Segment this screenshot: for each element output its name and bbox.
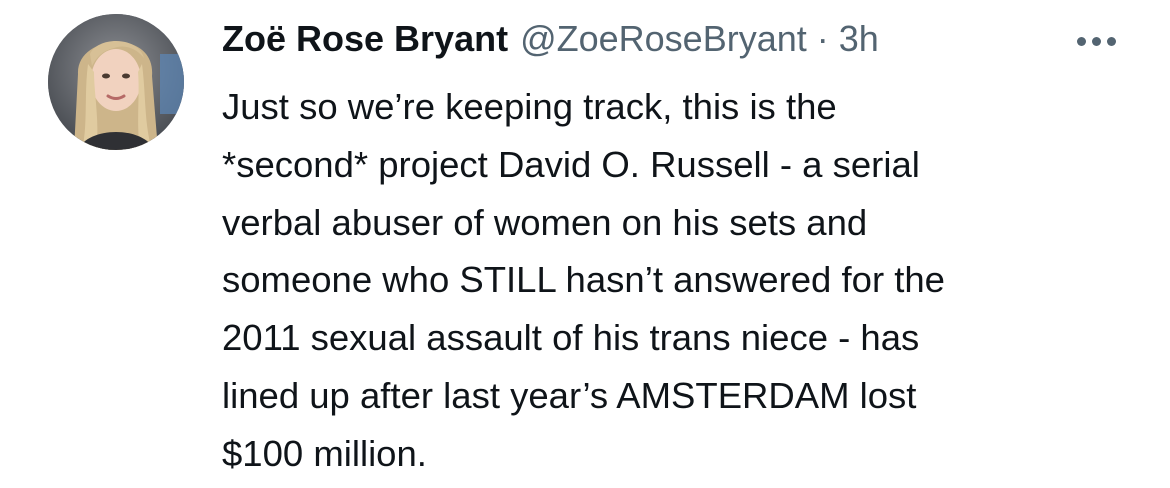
tweet-text-line: 2011 sexual assault of his trans niece -… bbox=[222, 317, 920, 359]
tweet-text-line: $100 million. bbox=[222, 432, 427, 474]
author-name[interactable]: Zoë Rose Bryant bbox=[222, 14, 508, 64]
tweet-text-line: verbal abuser of women on his sets and bbox=[222, 201, 868, 243]
tweet-text: Just so we’re keeping track, this is the… bbox=[222, 78, 1122, 483]
ellipsis-dot-icon bbox=[1076, 36, 1086, 46]
tweet-text-line: *second* project David O. Russell - a se… bbox=[222, 143, 920, 185]
more-options-button[interactable] bbox=[1064, 26, 1128, 56]
tweet-header: Zoë Rose Bryant @ZoeRoseBryant · 3h bbox=[222, 14, 879, 64]
ellipsis-dot-icon bbox=[1106, 36, 1116, 46]
post-timestamp[interactable]: 3h bbox=[839, 14, 879, 64]
tweet-text-line: someone who STILL hasn’t answered for th… bbox=[222, 259, 945, 301]
avatar-photo bbox=[48, 14, 184, 150]
tweet-text-line: lined up after last year’s AMSTERDAM los… bbox=[222, 374, 917, 416]
header-separator: · bbox=[816, 18, 829, 59]
tweet-card[interactable]: Zoë Rose Bryant @ZoeRoseBryant · 3h Just… bbox=[0, 0, 1170, 488]
ellipsis-dot-icon bbox=[1091, 36, 1101, 46]
author-handle[interactable]: @ZoeRoseBryant bbox=[520, 14, 807, 64]
tweet-text-line: Just so we’re keeping track, this is the bbox=[222, 86, 837, 127]
avatar[interactable] bbox=[48, 14, 184, 150]
